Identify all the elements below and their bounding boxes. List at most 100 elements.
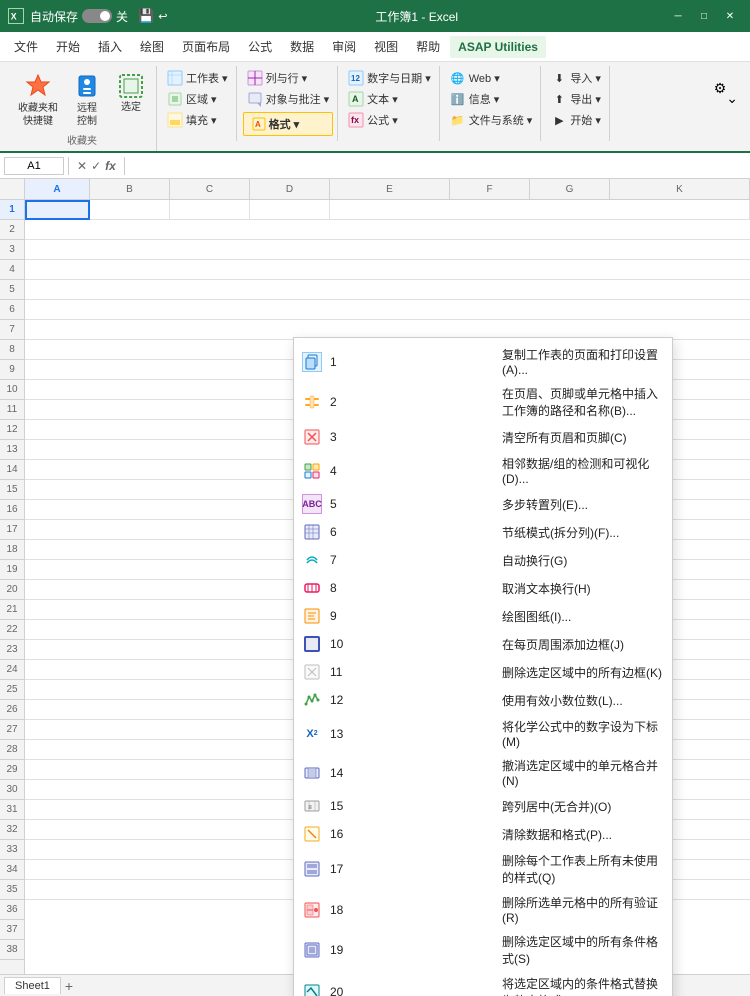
row-18[interactable]: 18 xyxy=(0,540,24,560)
web-button[interactable]: 🌐 Web ▾ xyxy=(446,68,537,88)
close-button[interactable]: ✕ xyxy=(718,6,742,26)
format-active-button[interactable]: A 格式 ▾ xyxy=(243,112,334,136)
menu-item-3[interactable]: 3 清空所有页眉和页脚(C) xyxy=(294,423,672,451)
formula-btn[interactable]: fx 公式 ▾ xyxy=(344,110,435,130)
settings-icon[interactable]: ⚙ xyxy=(714,80,727,97)
autosave-toggle[interactable] xyxy=(82,9,112,23)
menu-item-14[interactable]: 14 撤消选定区域中的单元格合并(N) xyxy=(294,753,672,792)
sheet-tab-1[interactable]: Sheet1 xyxy=(4,977,61,994)
menu-item-11[interactable]: 11 删除选定区域中的所有边框(K) xyxy=(294,658,672,686)
remote-control-button[interactable]: 远程控制 xyxy=(66,68,108,132)
row-1[interactable]: 1 xyxy=(0,200,24,220)
cell-B1[interactable] xyxy=(90,200,170,220)
row-22[interactable]: 22 xyxy=(0,620,24,640)
row-20[interactable]: 20 xyxy=(0,580,24,600)
row-15[interactable]: 15 xyxy=(0,480,24,500)
row-36[interactable]: 36 xyxy=(0,900,24,920)
row-12[interactable]: 12 xyxy=(0,420,24,440)
minimize-button[interactable]: ─ xyxy=(666,6,690,26)
row-5[interactable]: 5 xyxy=(0,280,24,300)
save-icon[interactable]: 💾 xyxy=(138,8,154,24)
row-4[interactable]: 4 xyxy=(0,260,24,280)
start-button[interactable]: ▶ 开始 ▾ xyxy=(547,110,605,130)
menu-home[interactable]: 开始 xyxy=(48,34,88,59)
row-13[interactable]: 13 xyxy=(0,440,24,460)
import-button[interactable]: ⬇ 导入 ▾ xyxy=(547,68,605,88)
cell-rest-1[interactable] xyxy=(330,200,750,220)
add-sheet-button[interactable]: + xyxy=(65,978,73,994)
row-19[interactable]: 19 xyxy=(0,560,24,580)
cell-D1[interactable] xyxy=(250,200,330,220)
cancel-formula-icon[interactable]: ✕ xyxy=(77,159,87,173)
menu-file[interactable]: 文件 xyxy=(6,34,46,59)
menu-item-18[interactable]: 18 删除所选单元格中的所有验证(R) xyxy=(294,890,672,929)
menu-item-16[interactable]: 16 清除数据和格式(P)... xyxy=(294,820,672,848)
menu-item-8[interactable]: 8 取消文本换行(H) xyxy=(294,574,672,602)
file-sys-button[interactable]: 📁 文件与系统 ▾ xyxy=(446,110,537,130)
col-header-G[interactable]: G xyxy=(530,179,610,199)
export-button[interactable]: ⬆ 导出 ▾ xyxy=(547,89,605,109)
row-32[interactable]: 32 xyxy=(0,820,24,840)
row-37[interactable]: 37 xyxy=(0,920,24,940)
row-35[interactable]: 35 xyxy=(0,880,24,900)
menu-item-1[interactable]: 1 复制工作表的页面和打印设置(A)... xyxy=(294,342,672,381)
info-button[interactable]: ℹ️ 信息 ▾ xyxy=(446,89,537,109)
menu-item-5[interactable]: ABC 5 多步转置列(E)... xyxy=(294,490,672,518)
col-header-B[interactable]: B xyxy=(90,179,170,199)
menu-item-20[interactable]: 20 将选定区域内的条件格式替换为静态格式(T) xyxy=(294,971,672,996)
row-31[interactable]: 31 xyxy=(0,800,24,820)
row-24[interactable]: 24 xyxy=(0,660,24,680)
row-3[interactable]: 3 xyxy=(0,240,24,260)
fill-button[interactable]: 填充 ▾ xyxy=(163,110,232,130)
col-header-A[interactable]: A xyxy=(25,179,90,199)
menu-item-12[interactable]: 12 使用有效小数位数(L)... xyxy=(294,686,672,714)
row-21[interactable]: 21 xyxy=(0,600,24,620)
menu-item-2[interactable]: 2 在页眉、页脚或单元格中插入工作簿的路径和名称(B)... xyxy=(294,381,672,423)
row-25[interactable]: 25 xyxy=(0,680,24,700)
menu-item-17[interactable]: 17 删除每个工作表上所有未使用的样式(Q) xyxy=(294,848,672,890)
row-30[interactable]: 30 xyxy=(0,780,24,800)
region-button[interactable]: 区域 ▾ xyxy=(163,89,232,109)
menu-item-15[interactable]: ≡ 15 跨列居中(无合并)(O) xyxy=(294,792,672,820)
menu-item-4[interactable]: 4 相邻数据/组的检测和可视化(D)... xyxy=(294,451,672,490)
menu-data[interactable]: 数据 xyxy=(282,34,322,59)
workbook-button[interactable]: 工作表 ▾ xyxy=(163,68,232,88)
row-23[interactable]: 23 xyxy=(0,640,24,660)
number-date-button[interactable]: 12 数字与日期 ▾ xyxy=(344,68,435,88)
row-33[interactable]: 33 xyxy=(0,840,24,860)
menu-draw[interactable]: 绘图 xyxy=(132,34,172,59)
row-17[interactable]: 17 xyxy=(0,520,24,540)
col-header-D[interactable]: D xyxy=(250,179,330,199)
row-2[interactable]: 2 xyxy=(0,220,24,240)
row-28[interactable]: 28 xyxy=(0,740,24,760)
row-34[interactable]: 34 xyxy=(0,860,24,880)
ribbon-resize-icon[interactable]: ⌄ xyxy=(726,90,738,107)
undo-icon[interactable]: ↩ xyxy=(158,10,167,23)
cell-A1[interactable] xyxy=(25,200,90,220)
col-header-K[interactable]: K xyxy=(610,179,750,199)
menu-item-19[interactable]: 19 删除选定区域中的所有条件格式(S) xyxy=(294,929,672,971)
menu-formulas[interactable]: 公式 xyxy=(240,34,280,59)
cell-reference[interactable] xyxy=(4,157,64,175)
menu-item-7[interactable]: 7 自动换行(G) xyxy=(294,546,672,574)
menu-asap[interactable]: ASAP Utilities xyxy=(450,36,546,58)
favorites-shortcut-button[interactable]: 收藏夹和快捷键 xyxy=(12,68,64,132)
menu-insert[interactable]: 插入 xyxy=(90,34,130,59)
col-header-C[interactable]: C xyxy=(170,179,250,199)
row-10[interactable]: 10 xyxy=(0,380,24,400)
col-header-E[interactable]: E xyxy=(330,179,450,199)
rows-cols-button[interactable]: 列与行 ▾ xyxy=(243,68,334,88)
menu-item-9[interactable]: 9 绘图图纸(I)... xyxy=(294,602,672,630)
confirm-formula-icon[interactable]: ✓ xyxy=(91,159,101,173)
text-button[interactable]: A 文本 ▾ xyxy=(344,89,435,109)
object-note-button[interactable]: 对象与批注 ▾ xyxy=(243,89,334,109)
row-11[interactable]: 11 xyxy=(0,400,24,420)
row-7[interactable]: 7 xyxy=(0,320,24,340)
cell-C1[interactable] xyxy=(170,200,250,220)
col-header-F[interactable]: F xyxy=(450,179,530,199)
row-6[interactable]: 6 xyxy=(0,300,24,320)
row-27[interactable]: 27 xyxy=(0,720,24,740)
menu-pagelayout[interactable]: 页面布局 xyxy=(174,34,238,59)
formula-input[interactable] xyxy=(129,160,746,172)
maximize-button[interactable]: □ xyxy=(692,6,716,26)
